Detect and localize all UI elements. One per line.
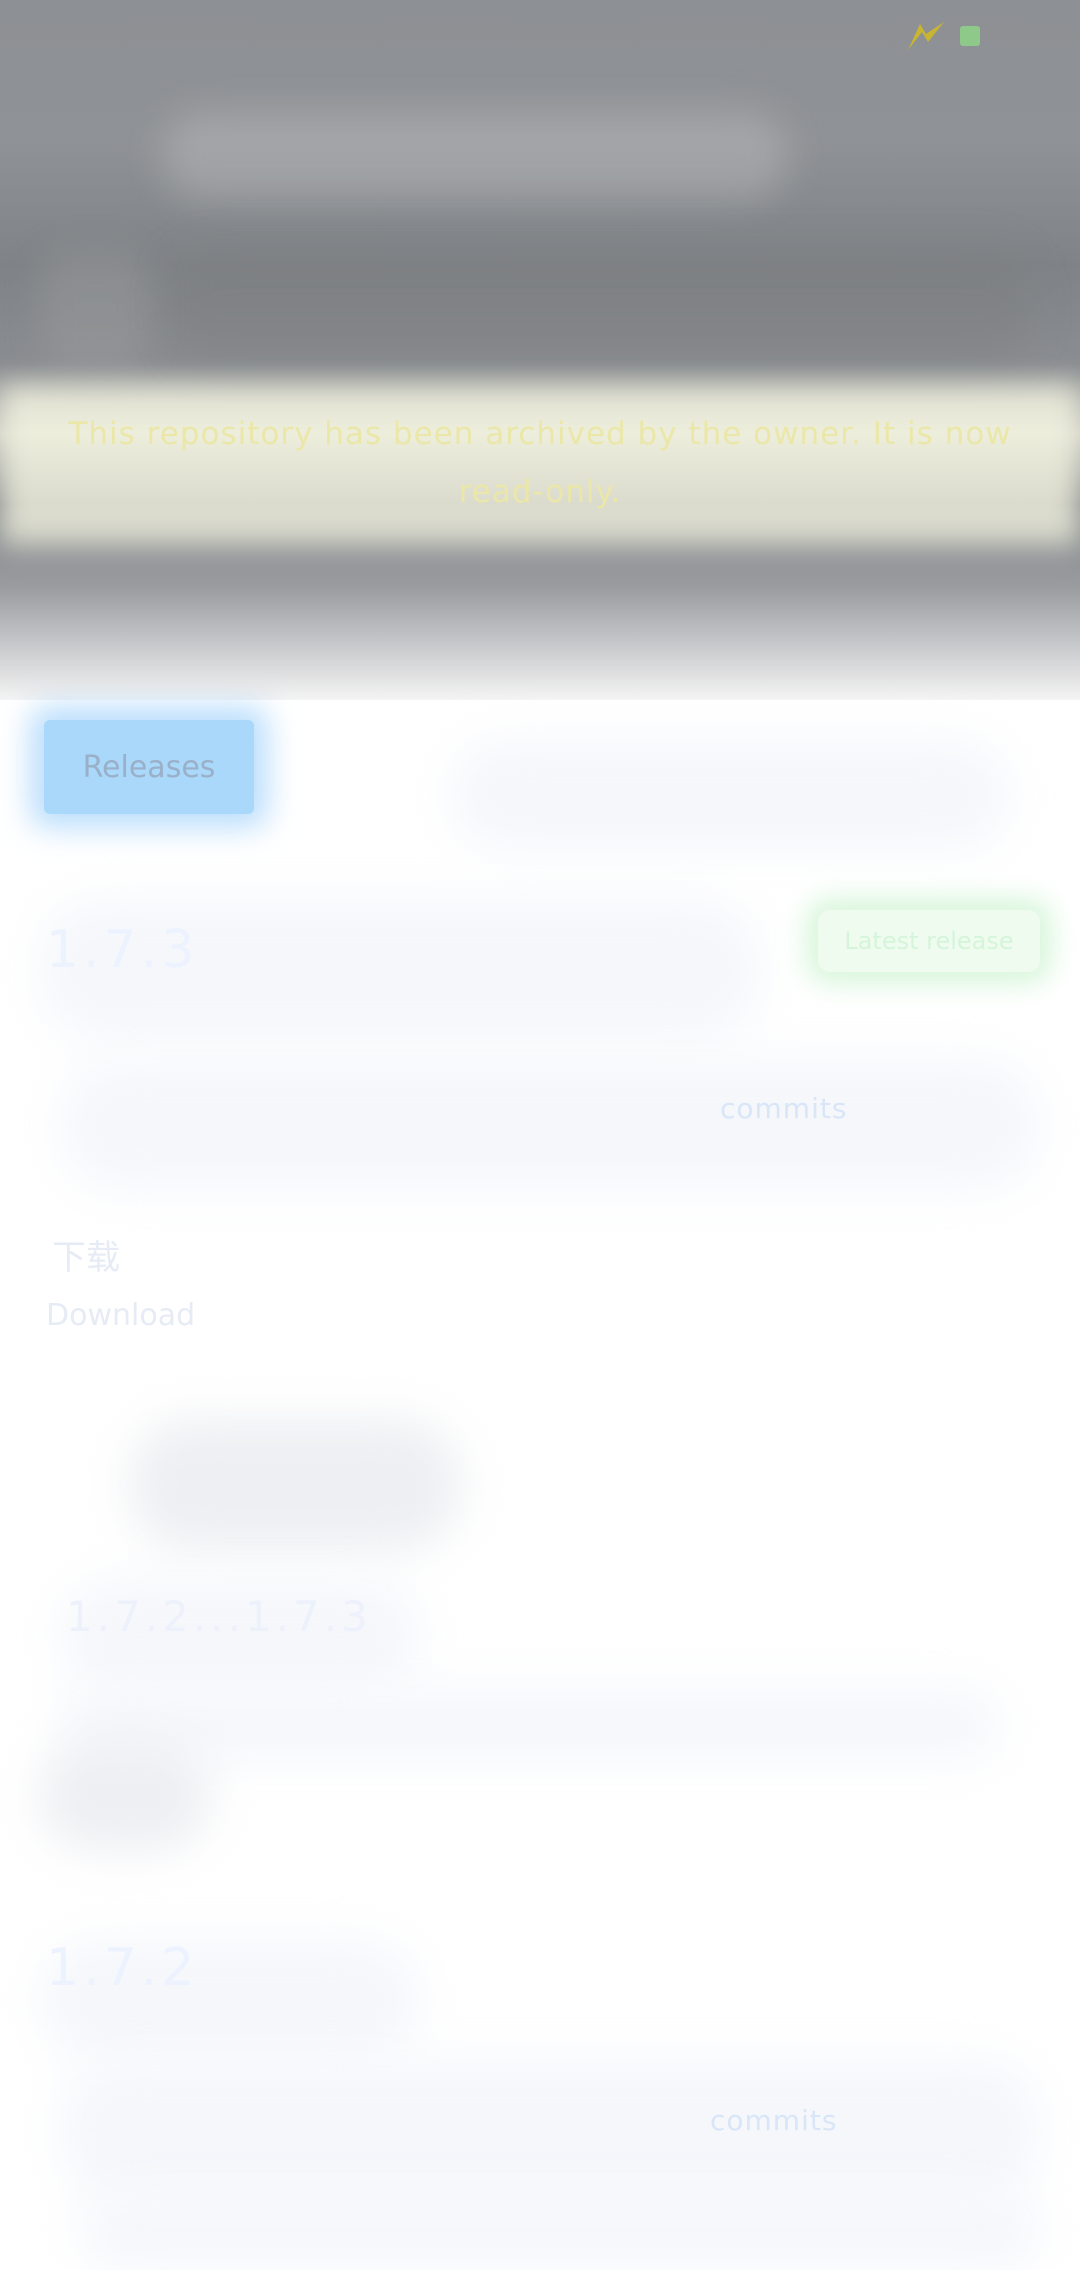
latest-release-badge: Latest release <box>818 910 1040 972</box>
lightning-bolt-icon <box>908 22 944 50</box>
download-assets <box>130 1420 460 1550</box>
release-version[interactable]: 1.7.3 <box>46 920 198 980</box>
repo-title-blur <box>160 110 790 200</box>
download-subtitle: Download <box>46 1298 196 1333</box>
compare-link[interactable]: 1.7.2...1.7.3 <box>66 1592 372 1641</box>
release-meta-row <box>60 2060 1040 2200</box>
tab-releases[interactable]: Releases <box>44 720 254 814</box>
download-title: 下载 <box>52 1238 120 1278</box>
commits-link[interactable]: commits <box>720 1092 847 1125</box>
blurred-avatar <box>40 1740 210 1850</box>
blurred-region <box>80 2190 1040 2270</box>
green-square-icon <box>960 26 980 46</box>
release-notes-line <box>60 1690 1000 1760</box>
release-meta-row <box>60 1060 1040 1190</box>
blurred-region <box>450 740 1010 850</box>
repo-description-blur <box>170 250 1030 360</box>
status-icons <box>906 20 980 52</box>
commits-link[interactable]: commits <box>710 2104 837 2137</box>
archived-notice-text: This repository has been archived by the… <box>68 416 1012 510</box>
avatar-blur <box>40 250 150 370</box>
release-version[interactable]: 1.7.2 <box>46 1938 198 1998</box>
